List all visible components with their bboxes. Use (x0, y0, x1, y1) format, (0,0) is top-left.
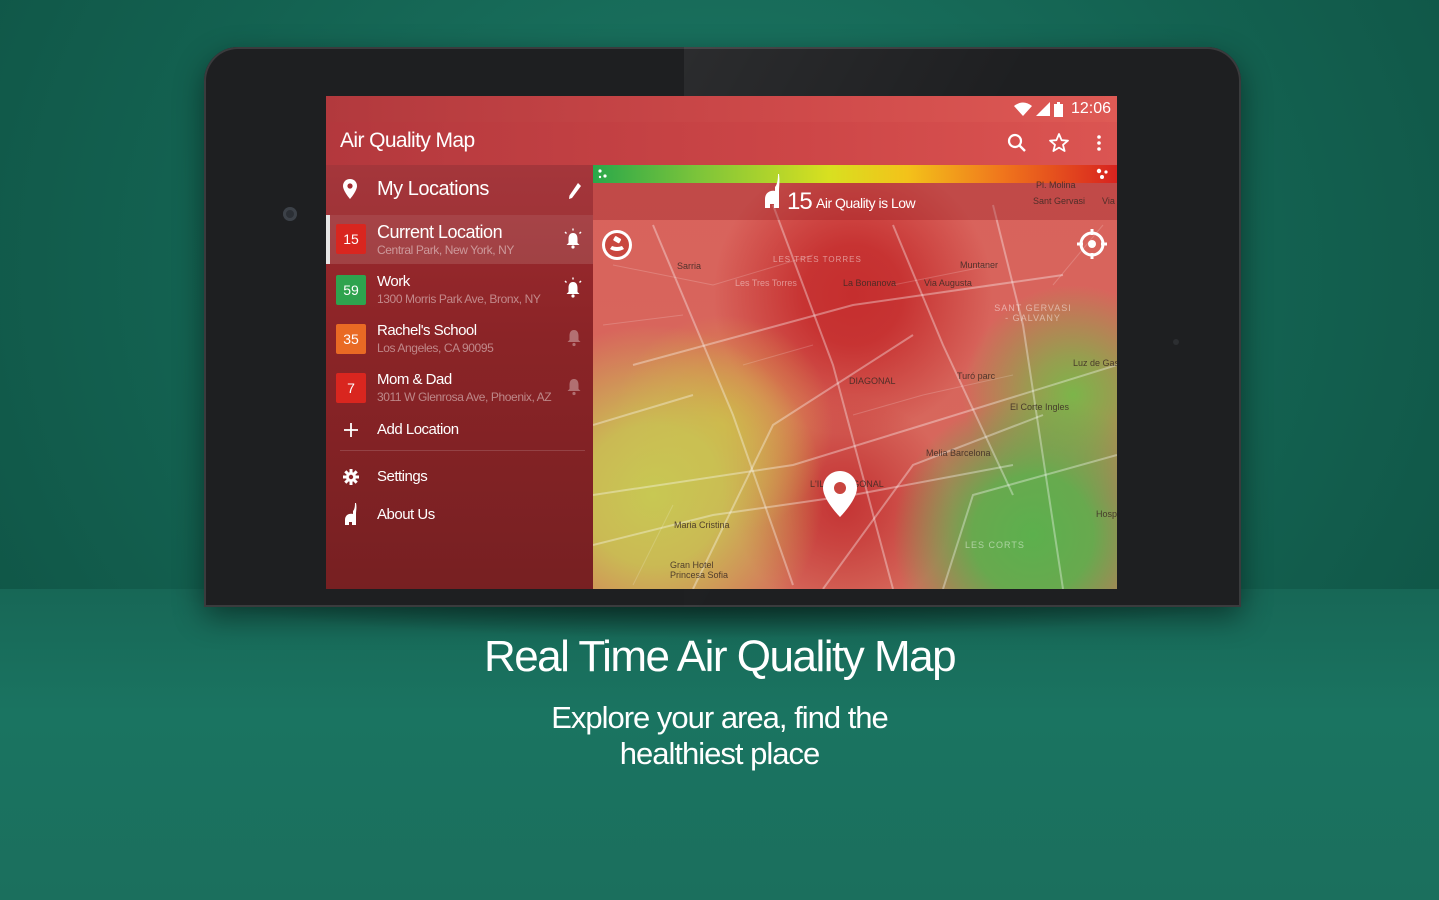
clock: 12:06 (1070, 100, 1111, 117)
drawer-divider (340, 450, 585, 451)
map-label: Maria Cristina (674, 520, 730, 530)
about-menu-item[interactable]: About Us (326, 497, 593, 533)
map-label: Les Tres Torres (735, 278, 797, 288)
star-icon[interactable] (1048, 132, 1070, 154)
promo-subline-line-1: Explore your area, find the (551, 700, 889, 735)
about-label: About Us (377, 506, 435, 523)
large-particles-icon (1096, 168, 1108, 179)
toolbar: Air Quality Map (326, 122, 1117, 165)
map-label: Sarria (677, 261, 702, 271)
map-label: SANT GERVASI - GALVANY (994, 303, 1072, 323)
aq-badge: 15 (336, 224, 366, 254)
signal-icon (1035, 102, 1050, 116)
promo-subline-line-2: healthiest place (619, 736, 820, 771)
map-label: Turó parc (957, 371, 996, 381)
map-label: Muntaner (960, 260, 999, 270)
bell-active-icon[interactable] (563, 277, 583, 299)
map-label: Gran Hotel Princesa Sofia (670, 560, 729, 580)
aq-status-text: Air Quality is Low (816, 195, 916, 211)
location-name: Mom & Dad (377, 371, 452, 388)
location-address: 1300 Morris Park Ave, Bronx, NY (377, 292, 541, 306)
gear-icon (343, 469, 359, 485)
plus-icon (344, 423, 358, 437)
location-address: Los Angeles, CA 90095 (377, 341, 494, 355)
bell-inactive-icon[interactable] (566, 329, 582, 347)
aq-badge: 35 (336, 324, 366, 354)
map-label: Sant Gervasi (1033, 196, 1086, 206)
map-label: Via (1102, 196, 1115, 206)
bell-active-icon[interactable] (563, 228, 583, 250)
app-screen: 12:06 Air Quality Map My Locations 15 Cu… (326, 96, 1117, 589)
map-label: Melia Barcelona (926, 448, 991, 458)
edit-pencil-icon[interactable] (568, 182, 582, 200)
promo-headline: Real Time Air Quality Map (483, 632, 957, 681)
selection-indicator (326, 215, 330, 264)
drawer-header: My Locations (326, 165, 593, 215)
my-location-crosshair-icon[interactable] (1076, 228, 1108, 260)
location-row-current[interactable]: 15 Current Location Central Park, New Yo… (326, 215, 593, 264)
aq-badge: 59 (336, 275, 366, 305)
location-row-school[interactable]: 35 Rachel's School Los Angeles, CA 90095 (326, 313, 593, 362)
map-marker-icon[interactable] (823, 471, 857, 517)
battery-icon (1053, 101, 1063, 117)
sensor-dot (1173, 339, 1179, 345)
settings-label: Settings (377, 468, 428, 485)
air-quality-map[interactable]: 15 Air Quality is Low Pl. Molina Sant Ge… (593, 165, 1117, 589)
location-row-work[interactable]: 59 Work 1300 Morris Park Ave, Bronx, NY (326, 264, 593, 313)
location-name: Work (377, 273, 410, 290)
aq-value: 15 (787, 188, 813, 215)
map-label: Pl. Molina (1036, 180, 1076, 190)
location-pin-icon (343, 179, 357, 199)
elephant-logo-icon (765, 174, 780, 208)
map-label: LES TRES TORRES (773, 255, 862, 264)
add-location-button[interactable]: Add Location (326, 411, 593, 449)
location-row-parents[interactable]: 7 Mom & Dad 3011 W Glenrosa Ave, Phoenix… (326, 362, 593, 411)
map-label: El Corte Ingles (1010, 402, 1070, 412)
drawer-title: My Locations (377, 178, 489, 200)
small-particles-icon (598, 169, 607, 179)
map-label: DIAGONAL (849, 376, 896, 386)
camera-icon (283, 207, 297, 221)
add-location-label: Add Location (377, 421, 459, 438)
map-label: Via Augusta (924, 278, 972, 288)
settings-menu-item[interactable]: Settings (326, 459, 593, 495)
location-name: Current Location (377, 222, 503, 242)
location-address: Central Park, New York, NY (377, 243, 514, 257)
wifi-icon (1013, 102, 1032, 116)
overflow-menu-icon[interactable] (1088, 132, 1110, 154)
navigation-drawer: My Locations 15 Current Location Central… (326, 165, 593, 589)
aq-badge: 7 (336, 373, 366, 403)
search-icon[interactable] (1006, 132, 1028, 154)
app-title: Air Quality Map (340, 129, 475, 152)
promo-subline: Explore your area, find the healthiest p… (0, 700, 1439, 772)
status-bar: 12:06 (326, 96, 1117, 122)
map-label: Hosp (1096, 509, 1117, 519)
map-label: LES CORTS (965, 540, 1025, 550)
elephant-logo-icon (345, 503, 357, 525)
map-label: Luz de Gas (1073, 358, 1117, 368)
map-label: La Bonanova (843, 278, 897, 288)
bell-inactive-icon[interactable] (566, 378, 582, 396)
location-name: Rachel's School (377, 322, 477, 339)
satellite-layer-icon[interactable] (601, 229, 633, 261)
location-address: 3011 W Glenrosa Ave, Phoenix, AZ (377, 390, 552, 404)
